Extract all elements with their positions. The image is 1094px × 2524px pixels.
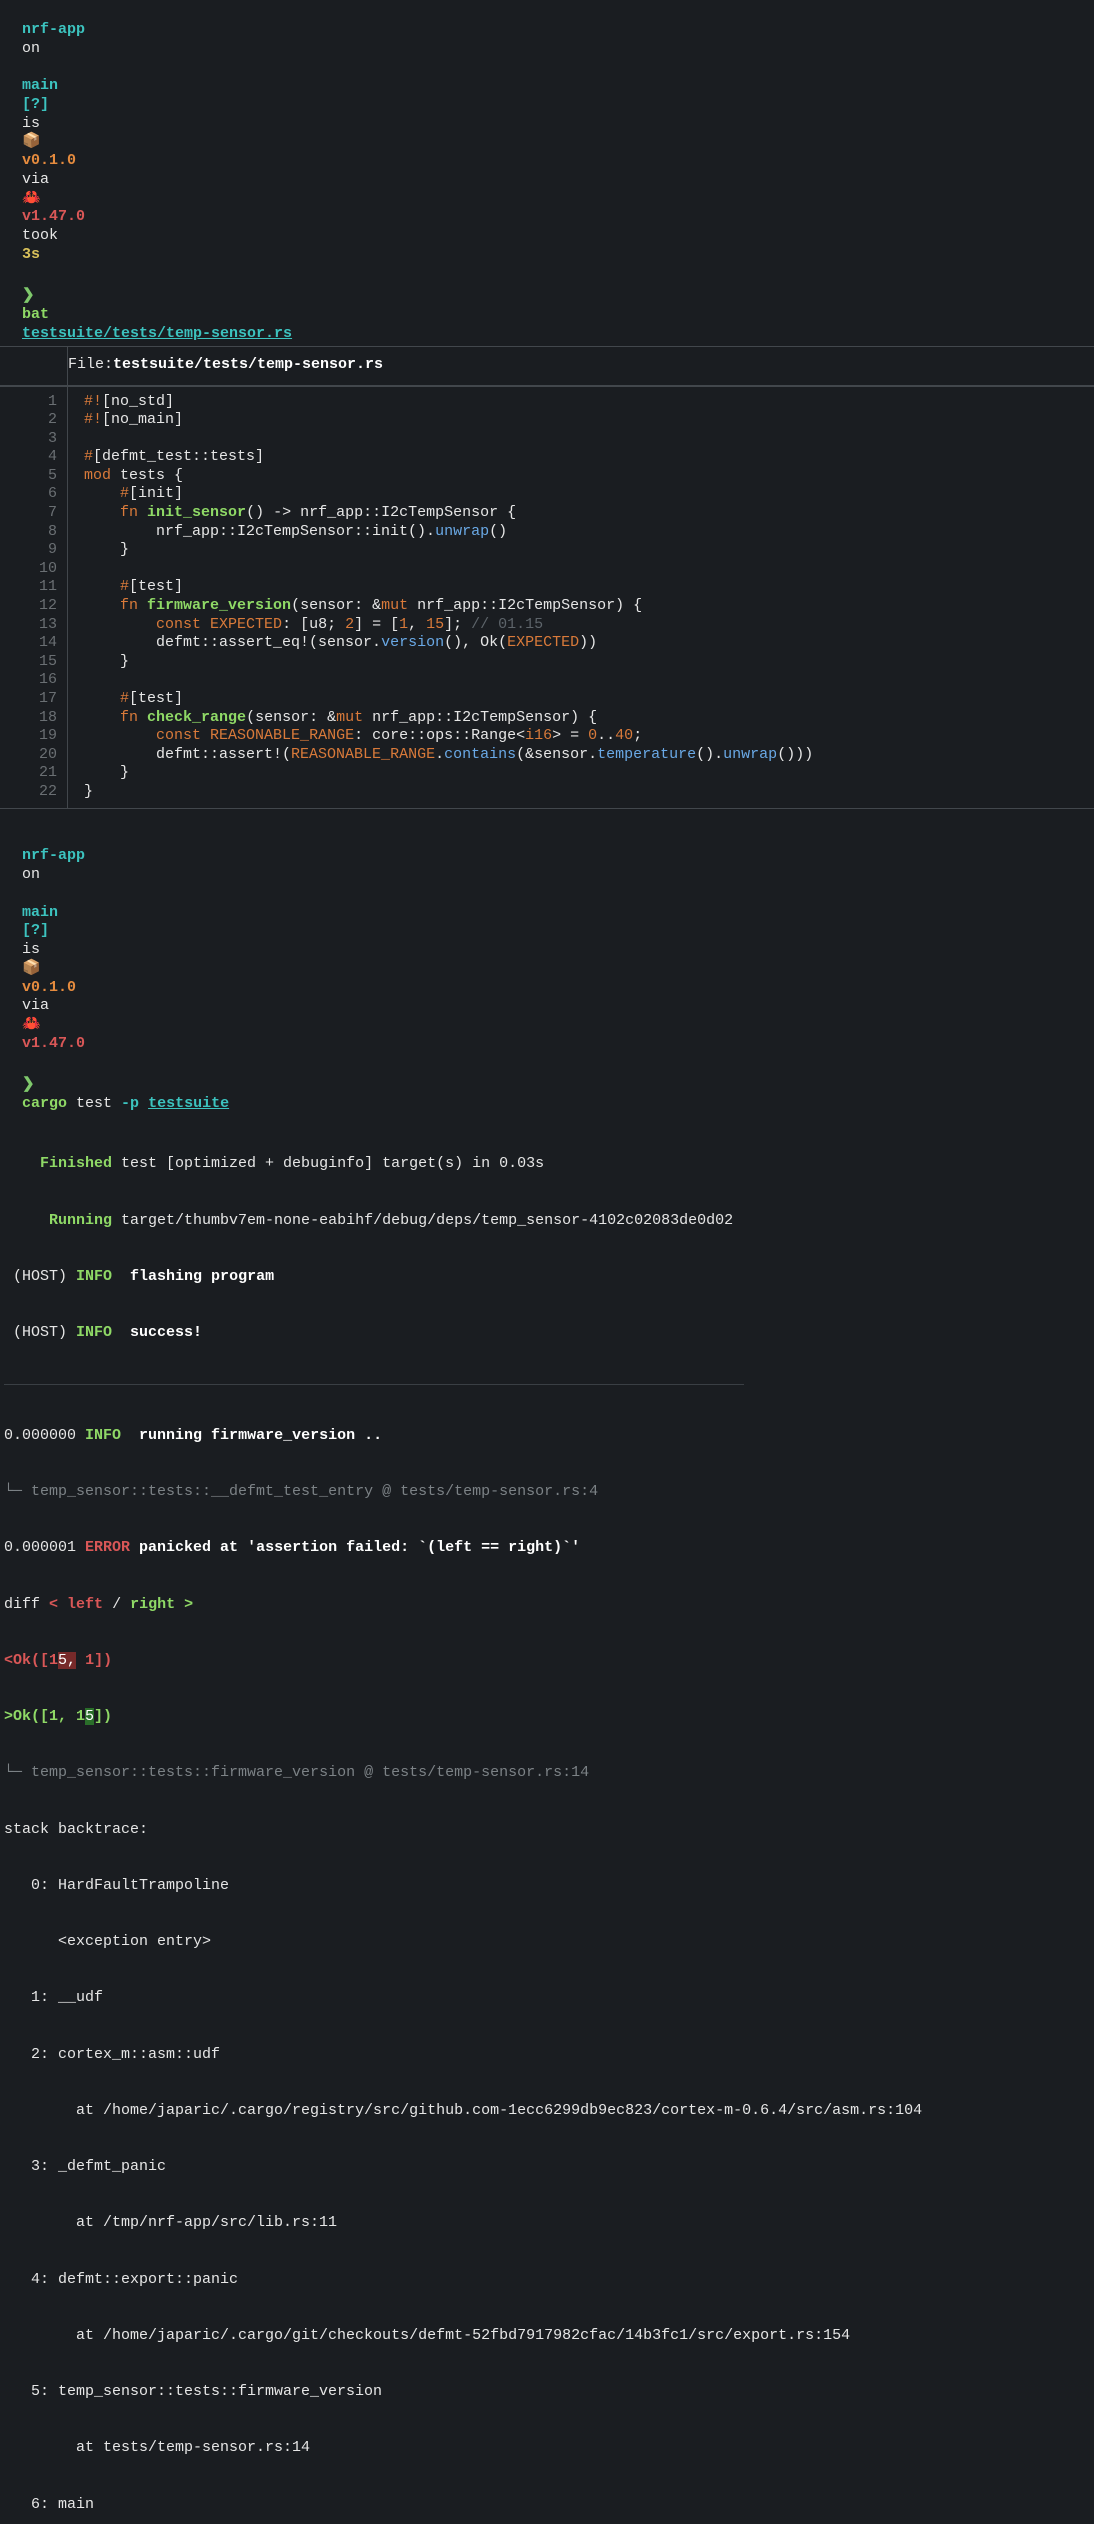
line-number: 22 — [0, 783, 57, 802]
line-number: 12 — [0, 597, 57, 616]
tree-branch-icon: └─ — [4, 1764, 31, 1781]
duration: 3s — [22, 246, 40, 263]
cmd-binary: cargo — [22, 1095, 67, 1112]
cmd-flag: -p — [121, 1095, 139, 1112]
line-number: 20 — [0, 746, 57, 765]
line-number: 7 — [0, 504, 57, 523]
package-icon: 📦 — [22, 960, 41, 977]
log-level-error: ERROR — [85, 1539, 130, 1556]
rust-icon: 🦀 — [22, 190, 41, 207]
shell-prompt-2: nrf-app on main [?] is 📦 v0.1.0 via 🦀 v1… — [0, 827, 1094, 1056]
branch: main — [22, 77, 58, 94]
prompt-chevron-icon: ❯ — [22, 1076, 35, 1093]
log-level-info: INFO — [85, 1427, 121, 1444]
line-number: 21 — [0, 764, 57, 783]
line-number: 15 — [0, 653, 57, 672]
backtrace-frame: 2: cortex_m::asm::udf — [4, 2046, 1090, 2065]
source-loc: temp_sensor::tests::firmware_version @ t… — [31, 1764, 589, 1781]
diff-right: >Ok([1, 15]) — [4, 1708, 1090, 1727]
line-number: 16 — [0, 671, 57, 690]
diff-header: diff < left / right > — [4, 1596, 1090, 1615]
sep: took — [22, 227, 58, 244]
source-loc: temp_sensor::tests::__defmt_test_entry @… — [31, 1483, 598, 1500]
backtrace-frame: 0: HardFaultTrampoline — [4, 1877, 1090, 1896]
backtrace-location: at /tmp/nrf-app/src/lib.rs:11 — [4, 2214, 1090, 2233]
line-number: 1 — [0, 393, 57, 412]
file-path: testsuite/tests/temp-sensor.rs — [113, 356, 383, 375]
line-number: 2 — [0, 411, 57, 430]
bat-code-body: 1 2 3 4 5 6 7 8 9 10 11 12 13 14 15 16 1… — [0, 386, 1094, 809]
tree-branch-icon: └─ — [4, 1483, 31, 1500]
line-number: 6 — [0, 485, 57, 504]
rust-icon: 🦀 — [22, 1016, 41, 1033]
backtrace-header: stack backtrace: — [4, 1821, 1090, 1840]
shell-prompt-1: nrf-app on main [?] is 📦 v0.1.0 via 🦀 v1… — [0, 0, 1094, 267]
line-number: 17 — [0, 690, 57, 709]
pkg-version: v0.1.0 — [22, 979, 76, 996]
vcs-status: [?] — [22, 922, 49, 939]
cmd-arg: testsuite — [148, 1095, 229, 1112]
line-number: 10 — [0, 560, 57, 579]
file-label: File: — [68, 356, 113, 375]
rust-version: v1.47.0 — [22, 1035, 85, 1052]
diff-left: <Ok([15, 1]) — [4, 1652, 1090, 1671]
line-number: 19 — [0, 727, 57, 746]
log-level-info: INFO — [76, 1324, 112, 1341]
vcs-status: [?] — [22, 96, 49, 113]
command-line-1[interactable]: ❯ bat testsuite/tests/temp-sensor.rs — [0, 267, 1094, 346]
timestamp: 0.000000 — [4, 1427, 85, 1444]
status-finished: Finished — [4, 1155, 112, 1172]
source-code[interactable]: #![no_std] #![no_main] #[defmt_test::tes… — [68, 387, 1094, 808]
prompt-chevron-icon: ❯ — [22, 287, 35, 304]
timestamp: 0.000001 — [4, 1539, 85, 1556]
branch: main — [22, 904, 58, 921]
panic-msg: panicked at 'assertion failed: `(left ==… — [139, 1539, 580, 1556]
log-level-info: INFO — [76, 1268, 112, 1285]
backtrace-location: at /home/japaric/.cargo/registry/src/git… — [4, 2102, 1090, 2121]
cwd: nrf-app — [22, 847, 85, 864]
sep: via — [22, 171, 49, 188]
backtrace-frame: 3: _defmt_panic — [4, 2158, 1090, 2177]
line-number: 13 — [0, 616, 57, 635]
bat-header-row: File: testsuite/tests/temp-sensor.rs — [0, 346, 1094, 386]
sep: is — [22, 115, 40, 132]
backtrace-frame: 4: defmt::export::panic — [4, 2271, 1090, 2290]
cwd: nrf-app — [22, 21, 85, 38]
line-number: 11 — [0, 578, 57, 597]
backtrace-location: at /home/japaric/.cargo/git/checkouts/de… — [4, 2327, 1090, 2346]
package-icon: 📦 — [22, 133, 41, 150]
pkg-version: v0.1.0 — [22, 152, 76, 169]
sep: on — [22, 40, 40, 57]
line-number: 4 — [0, 448, 57, 467]
rust-version: v1.47.0 — [22, 208, 85, 225]
line-number: 14 — [0, 634, 57, 653]
backtrace-frame: 1: __udf — [4, 1989, 1090, 2008]
cargo-output: Finished test [optimized + debuginfo] ta… — [0, 1116, 1094, 2524]
backtrace-location: at tests/temp-sensor.rs:14 — [4, 2439, 1090, 2458]
backtrace-frame: 5: temp_sensor::tests::firmware_version — [4, 2383, 1090, 2402]
line-number: 18 — [0, 709, 57, 728]
line-number: 9 — [0, 541, 57, 560]
separator — [4, 1384, 744, 1385]
status-running: Running — [4, 1212, 112, 1229]
line-number: 8 — [0, 523, 57, 542]
command-line-2[interactable]: ❯ cargo test -p testsuite — [0, 1056, 1094, 1116]
cmd-binary: bat — [22, 306, 49, 323]
backtrace-frame: <exception entry> — [4, 1933, 1090, 1952]
line-number: 5 — [0, 467, 57, 486]
backtrace-frame: 6: main — [4, 2496, 1090, 2515]
cmd-arg-path: testsuite/tests/temp-sensor.rs — [22, 325, 292, 342]
line-number-gutter: 1 2 3 4 5 6 7 8 9 10 11 12 13 14 15 16 1… — [0, 387, 68, 808]
line-number: 3 — [0, 430, 57, 449]
